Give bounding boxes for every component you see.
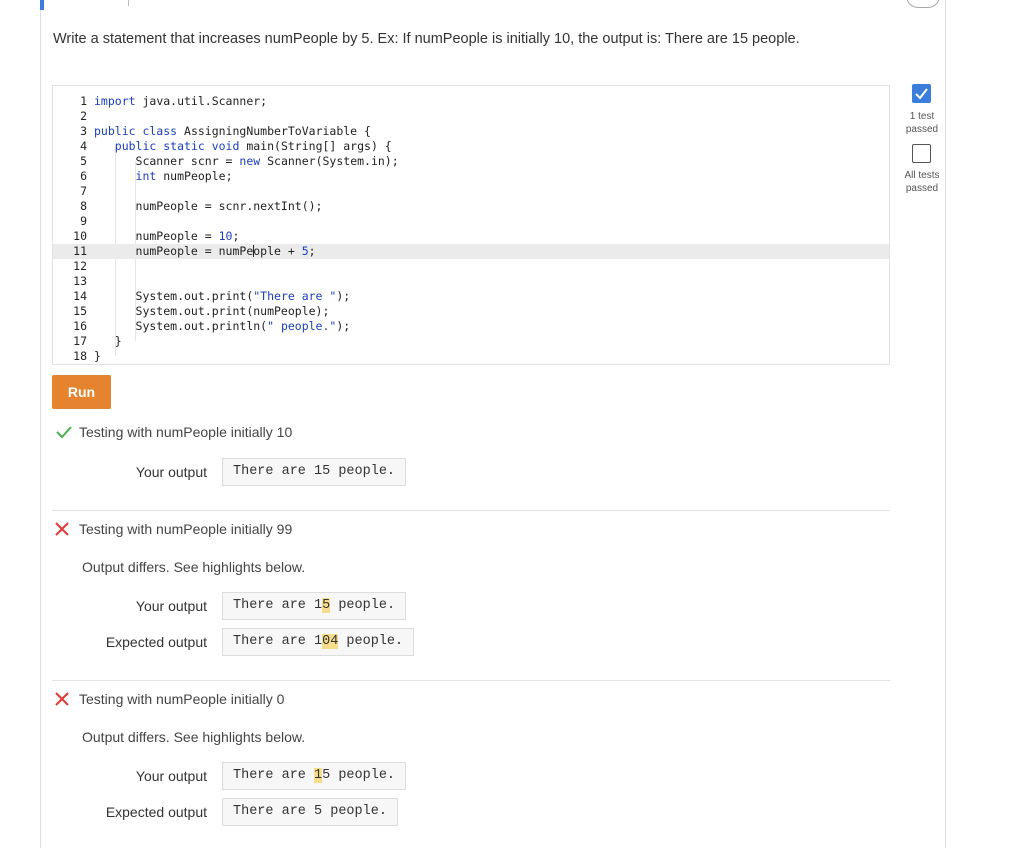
test-passed-check-icon bbox=[912, 84, 931, 103]
all-tests-checkbox-icon bbox=[912, 144, 931, 163]
code-line-12: 12 bbox=[73, 259, 87, 273]
your-output-box: There are 15 people. bbox=[222, 762, 407, 790]
test-2-header: Testing with numPeople initially 99 bbox=[55, 521, 292, 537]
code-line-6: 6 int numPeople; bbox=[80, 169, 233, 183]
code-line-5: 5 Scanner scnr = new Scanner(System.in); bbox=[80, 154, 399, 168]
problem-prompt: Write a statement that increases numPeop… bbox=[53, 31, 800, 47]
test-3-header: Testing with numPeople initially 0 bbox=[55, 691, 284, 707]
divider bbox=[52, 510, 890, 511]
your-output-label: Your output bbox=[135, 598, 207, 614]
check-icon bbox=[55, 425, 75, 439]
your-output-label: Your output bbox=[135, 768, 207, 784]
run-button[interactable]: Run bbox=[52, 375, 111, 409]
code-line-15: 15 System.out.print(numPeople); bbox=[73, 304, 330, 318]
code-line-3: 3 public class AssigningNumberToVariable … bbox=[80, 124, 371, 138]
code-line-1: 1 import java.util.Scanner; bbox=[80, 94, 268, 108]
code-line-18: 18} bbox=[73, 349, 101, 363]
code-line-4: 4 public static void main(String[] args)… bbox=[80, 139, 392, 153]
diff-highlight: 1 bbox=[314, 768, 323, 783]
code-line-9: 9 bbox=[80, 214, 87, 228]
diff-highlight: 04 bbox=[322, 634, 339, 649]
test-2-message: Output differs. See highlights below. bbox=[82, 559, 306, 575]
code-editor[interactable]: 1 import java.util.Scanner; 2 3 public cla… bbox=[52, 85, 890, 365]
your-output-label: Your output bbox=[135, 464, 207, 480]
code-line-14: 14 System.out.print("There are "); bbox=[73, 289, 351, 303]
code-line-13: 13 bbox=[73, 274, 87, 288]
test-2-title: Testing with numPeople initially 99 bbox=[79, 521, 293, 537]
your-output-box: There are 15 people. bbox=[222, 592, 407, 620]
text-cursor bbox=[252, 245, 254, 257]
code-line-7: 7 bbox=[80, 184, 87, 198]
cross-icon bbox=[55, 522, 75, 536]
expected-output-box: There are 104 people. bbox=[222, 628, 415, 656]
test-1-header: Testing with numPeople initially 10 bbox=[55, 424, 292, 440]
code-line-17: 17 } bbox=[73, 334, 122, 348]
test-passed-status: 1 test passed bbox=[905, 111, 939, 135]
top-accent-bar bbox=[40, 0, 44, 10]
divider bbox=[52, 680, 890, 681]
code-line-8: 8 numPeople = scnr.nextInt(); bbox=[80, 199, 323, 213]
code-line-16: 16 System.out.println(" people."); bbox=[73, 319, 351, 333]
test-3-title: Testing with numPeople initially 0 bbox=[79, 691, 285, 707]
expected-output-label: Expected output bbox=[105, 804, 207, 820]
your-output-box: There are 15 people. bbox=[222, 458, 407, 486]
test-1-title: Testing with numPeople initially 10 bbox=[79, 424, 293, 440]
all-tests-status: All tests passed bbox=[904, 170, 940, 194]
expected-output-label: Expected output bbox=[105, 634, 207, 650]
code-line-10: 10 numPeople = 10; bbox=[73, 229, 240, 243]
expected-output-box: There are 5 people. bbox=[222, 798, 398, 826]
code-line-11-active: 11 numPeople = numPeople + 5; bbox=[53, 244, 889, 259]
top-divider bbox=[128, 0, 129, 6]
code-line-2: 2 bbox=[80, 109, 87, 123]
cross-icon bbox=[55, 692, 75, 706]
test-3-message: Output differs. See highlights below. bbox=[82, 729, 306, 745]
